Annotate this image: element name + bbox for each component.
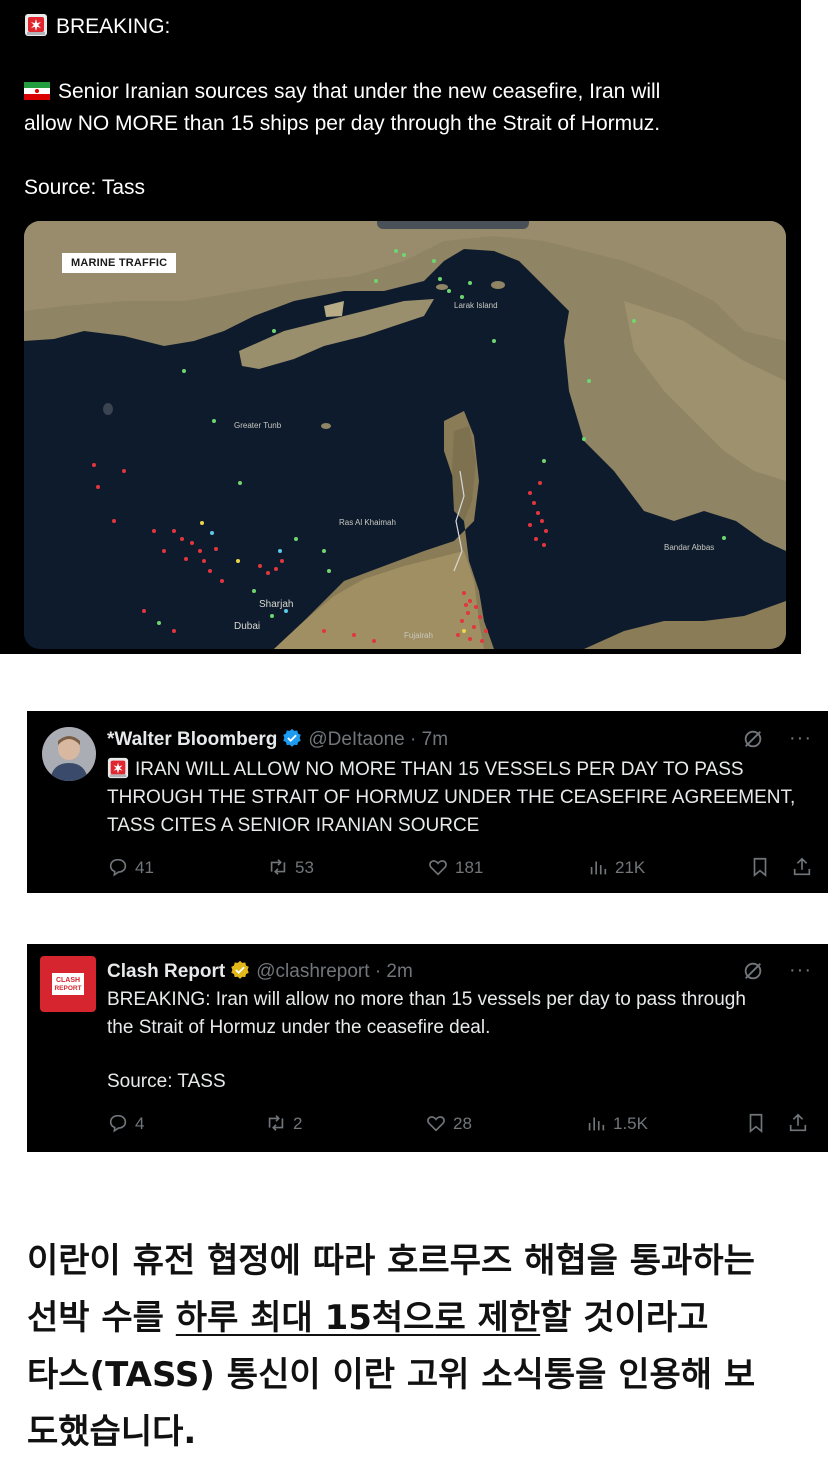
tweet-action-bar: 41 53 181 21K [107,856,814,882]
bookmark-button[interactable] [745,1112,773,1134]
svg-text:CLASH: CLASH [56,977,80,984]
timestamp[interactable]: · 2m [375,961,413,982]
more-options-icon[interactable]: ··· [789,960,812,980]
map-graphic [24,221,786,649]
like-button[interactable]: 181 [427,856,483,878]
heart-icon [427,1116,445,1132]
handle[interactable]: @clashreport [256,961,369,982]
tweet-top-actions: ··· [742,728,812,754]
caption-line: 도했습니다. [27,1412,197,1452]
marine-traffic-badge: MARINE TRAFFIC [62,253,177,273]
share-button[interactable] [791,856,819,878]
map-label: Greater Tunb [234,421,282,430]
verified-badge-icon [230,960,250,980]
map-search-bar [377,221,529,229]
map-label: Larak Island [454,301,498,310]
reply-icon [109,858,127,877]
caption-line: 타스(TASS) 통신이 이란 고위 소식통을 인용해 보 [27,1355,756,1395]
reply-button[interactable]: 41 [107,856,154,878]
reply-icon [109,1114,127,1133]
marine-traffic-map: MARINE TRAFFIC Greater Tunb Ras Al Khaim… [24,221,786,649]
breaking-label: BREAKING: [56,15,171,38]
caption-line: 이란이 휴전 협정에 따라 호르무즈 해협을 통과하는 [27,1241,755,1281]
repost-icon [270,859,286,875]
repost-count: 2 [293,1114,303,1133]
share-button[interactable] [787,1112,815,1134]
caption-highlight: 하루 최대 15척으로 제한 [175,1298,541,1338]
tweet-line: BREAKING: Iran will allow no more than 1… [107,989,746,1010]
map-label: Sharjah [259,599,294,610]
tweet-walter-bloomberg[interactable]: *Walter Bloomberg @DeItaone · 7m ··· IRAN… [27,711,828,893]
tweet-text: BREAKING: Iran will allow no more than 1… [107,986,746,1096]
more-options-icon[interactable]: ··· [789,728,812,748]
views-icon [588,1117,605,1131]
repost-icon [268,1115,284,1131]
bookmark-button[interactable] [749,856,777,878]
reply-count: 4 [135,1114,145,1133]
map-label: Fujairah [404,631,433,640]
korean-caption: 이란이 휴전 협정에 따라 호르무즈 해협을 통과하는 선박 수를 하루 최대 … [27,1233,827,1461]
reply-count: 41 [135,858,154,877]
siren-emoji-icon [107,757,129,779]
post-source: Source: Tass [24,176,146,199]
handle[interactable]: @DeItaone [308,729,404,750]
share-icon [789,1113,807,1132]
grok-icon[interactable] [742,960,766,984]
tweet-top-actions: ··· [742,960,812,986]
tweet-action-bar: 4 2 28 1.5K [107,1112,814,1138]
tweet-line: IRAN WILL ALLOW NO MORE THAN 15 VESSELS … [107,756,795,784]
post-text-line-1: Senior Iranian sources say that under th… [24,77,660,107]
view-count: 21K [615,858,646,877]
post-text-line-2: allow NO MORE than 15 ships per day thro… [24,112,661,135]
breaking-header: BREAKING: [24,12,170,42]
tweet-line: THROUGH THE STRAIT OF HORMUZ UNDER THE C… [107,787,796,808]
verified-badge-icon [282,728,302,748]
map-label: Ras Al Khaimah [339,518,396,527]
map-label: Bandar Abbas [664,543,715,552]
tweet-header: *Walter Bloomberg @DeItaone · 7m [107,728,448,751]
breaking-post: BREAKING: Senior Iranian sources say tha… [0,0,801,654]
display-name[interactable]: *Walter Bloomberg [107,729,277,750]
bookmark-icon [753,857,767,878]
tweet-header: Clash Report @clashreport · 2m [107,960,413,983]
like-count: 28 [453,1114,472,1133]
tweet-source: Source: TASS [107,1071,226,1092]
views-button[interactable]: 21K [587,856,645,878]
map-label: Dubai [234,621,261,632]
display-name[interactable]: Clash Report [107,961,225,982]
grok-icon[interactable] [742,728,766,752]
share-icon [793,857,811,876]
repost-count: 53 [295,858,314,877]
like-count: 181 [455,858,484,877]
svg-text:REPORT: REPORT [54,985,81,992]
repost-button[interactable]: 53 [267,856,314,878]
caption-line: 선박 수를 하루 최대 15척으로 제한할 것이라고 [27,1298,709,1338]
tweet-line: TASS CITES A SENIOR IRANIAN SOURCE [107,815,480,836]
reply-button[interactable]: 4 [107,1112,144,1134]
iran-flag-icon [24,79,50,100]
avatar[interactable]: CLASH REPORT [40,956,96,1012]
tweet-text: IRAN WILL ALLOW NO MORE THAN 15 VESSELS … [107,756,795,840]
heart-icon [429,860,447,876]
siren-emoji-icon [24,13,48,37]
timestamp[interactable]: · 7m [410,729,448,750]
views-icon [590,861,607,875]
bookmark-icon [749,1113,763,1134]
tweet-line: the Strait of Hormuz under the ceasefire… [107,1017,491,1038]
tweet-clash-report[interactable]: CLASH REPORT Clash Report @clashreport · 2… [27,944,828,1152]
like-button[interactable]: 28 [425,1112,472,1134]
views-button[interactable]: 1.5K [585,1112,648,1134]
view-count: 1.5K [613,1114,648,1133]
repost-button[interactable]: 2 [265,1112,302,1134]
avatar[interactable] [42,727,96,781]
